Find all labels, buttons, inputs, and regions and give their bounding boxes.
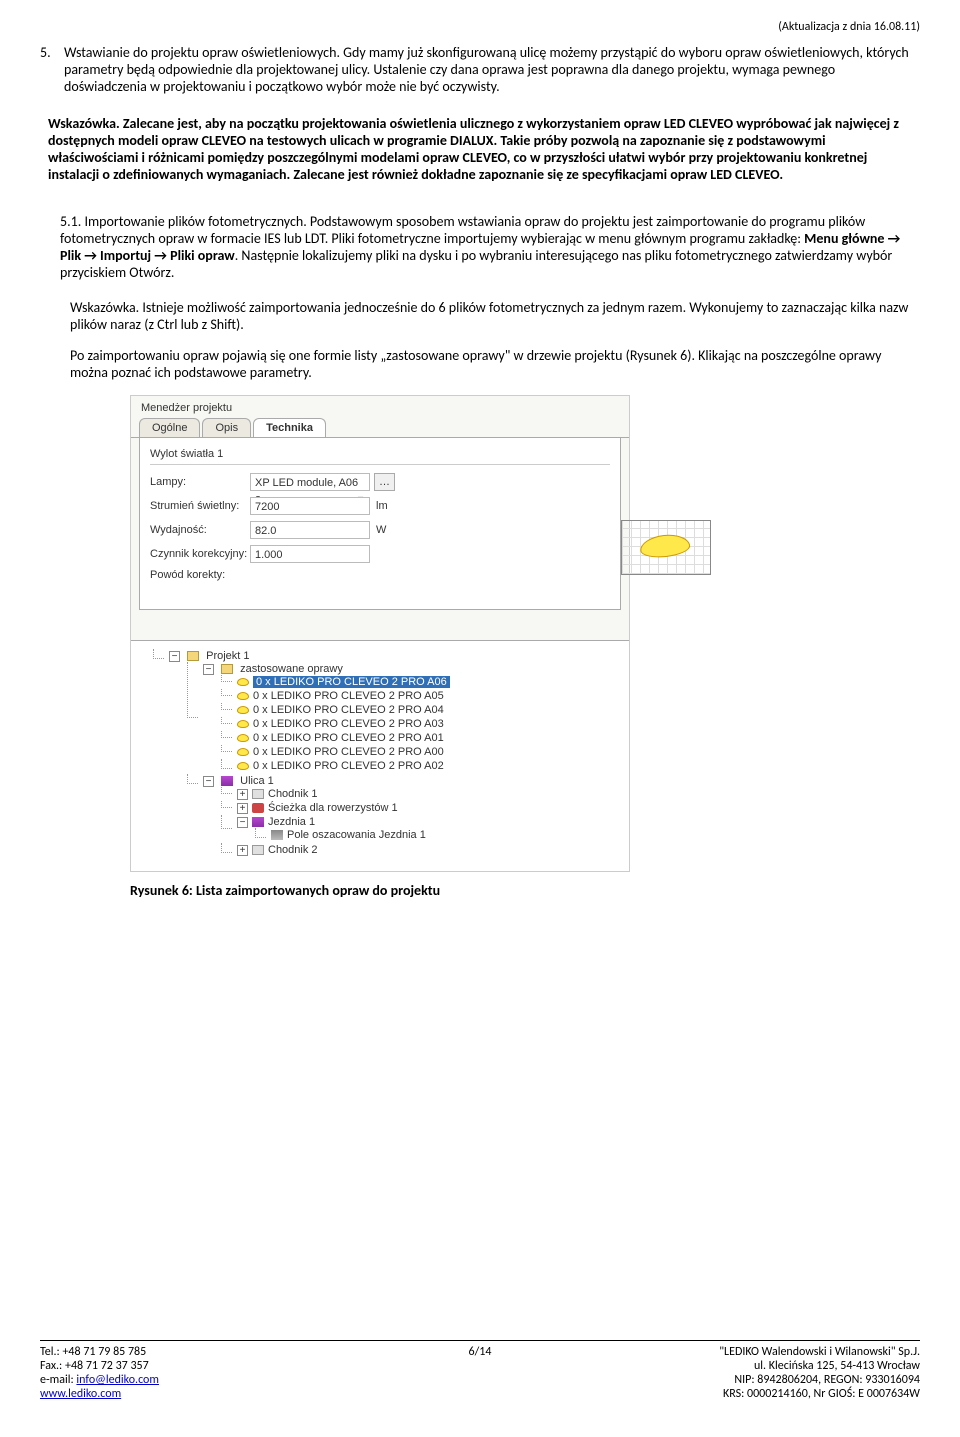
tree-lamp-item[interactable]: 0 x LEDIKO PRO CLEVEO 2 PRO A01 <box>221 731 625 745</box>
light-output-group: Wylot światła 1 <box>150 444 610 465</box>
power-unit: W <box>376 524 406 536</box>
subsection-5-1-para2: Wskazówka. Istnieje możliwość zaimportow… <box>70 299 920 333</box>
factor-label: Czynnik korekcyjny: <box>150 548 250 560</box>
footer-company: "LEDIKO Walendowski i Wilanowski" Sp.J. <box>627 1345 920 1359</box>
tab-technique[interactable]: Technika <box>253 418 326 437</box>
tab-general[interactable]: Ogólne <box>139 418 200 437</box>
technique-panel: Wylot światła 1 Lampy: XP LED module, A0… <box>139 438 621 610</box>
footer-tel: Tel.: +48 71 79 85 785 <box>40 1345 333 1359</box>
lamp-list: 0 x LEDIKO PRO CLEVEO 2 PRO A060 x LEDIK… <box>203 675 625 773</box>
tree-used-luminaires[interactable]: − zastosowane oprawy 0 x LEDIKO PRO CLEV… <box>187 662 625 774</box>
lamp-browse-button[interactable]: … <box>374 473 395 491</box>
tree-lamp-item[interactable]: 0 x LEDIKO PRO CLEVEO 2 PRO A02 <box>221 759 625 773</box>
footer-web-link[interactable]: www.lediko.com <box>40 1387 121 1401</box>
subsection-5-1-number: 5.1. <box>60 213 81 230</box>
lamp-icon <box>237 734 249 742</box>
tabs-row: Ogólne Opis Technika <box>131 418 629 438</box>
footer-fax: Fax.: +48 71 72 37 357 <box>40 1359 333 1373</box>
footer-address: ul. Klecińska 125, 54-413 Wrocław <box>627 1359 920 1373</box>
tree-pole-field[interactable]: Pole oszacowania Jezdnia 1 <box>255 828 625 842</box>
subsection-5-1: 5.1. Importowanie plików fotometrycznych… <box>60 213 920 281</box>
row-power: Wydajność: 82.0 W <box>150 521 610 539</box>
sidewalk-icon <box>252 789 264 799</box>
expand-icon[interactable]: + <box>237 845 248 856</box>
flux-label: Strumień świetlny: <box>150 500 250 512</box>
figure-caption: Rysunek 6: Lista zaimportowanych opraw d… <box>130 882 920 899</box>
lamp-icon <box>237 762 249 770</box>
hint-paragraph: Wskazówka. Zalecane jest, aby na początk… <box>48 115 912 183</box>
page-footer: Tel.: +48 71 79 85 785 Fax.: +48 71 72 3… <box>40 1340 920 1401</box>
section-5-number: 5. <box>40 44 64 95</box>
tree-street[interactable]: − Ulica 1 +Chodnik 1 +Ścieżka dla rowerz… <box>187 774 625 858</box>
header-update-date: (Aktualizacja z dnia 16.08.11) <box>40 20 920 34</box>
street-icon <box>221 776 233 786</box>
bikepath-icon <box>252 803 264 813</box>
factor-input[interactable]: 1.000 <box>250 545 370 563</box>
subsection-5-1-para3: Po zaimportowaniu opraw pojawią się one … <box>70 347 920 381</box>
tree-sidewalk-2[interactable]: +Chodnik 2 <box>221 843 625 857</box>
row-flux: Strumień świetlny: 7200 lm <box>150 497 610 515</box>
tree-roadway[interactable]: −Jezdnia 1 Pole oszacowania Jezdnia 1 <box>221 815 625 843</box>
lamp-icon <box>237 678 249 686</box>
tree-root[interactable]: − Projekt 1 − zastosowane oprawy 0 x LED… <box>153 649 625 859</box>
tab-description[interactable]: Opis <box>202 418 251 437</box>
lamp-icon <box>237 706 249 714</box>
footer-krs: KRS: 0000214160, Nr GIOŚ: E 0007634W <box>627 1387 920 1401</box>
collapse-icon[interactable]: − <box>203 664 214 675</box>
expand-icon[interactable]: + <box>237 789 248 800</box>
reason-label: Powód korekty: <box>150 569 250 581</box>
footer-center: 6/14 <box>333 1345 626 1401</box>
photometry-blob-icon <box>639 532 691 559</box>
row-factor: Czynnik korekcyjny: 1.000 <box>150 545 610 563</box>
expand-icon[interactable]: + <box>237 803 248 814</box>
footer-left: Tel.: +48 71 79 85 785 Fax.: +48 71 72 3… <box>40 1345 333 1401</box>
lamp-icon <box>237 748 249 756</box>
page-number: 6/14 <box>333 1345 626 1359</box>
sidewalk-icon <box>252 845 264 855</box>
subsection-5-1-text-a: Importowanie plików fotometrycznych. Pod… <box>60 213 865 247</box>
tree-lamp-item[interactable]: 0 x LEDIKO PRO CLEVEO 2 PRO A05 <box>221 689 625 703</box>
power-input[interactable]: 82.0 <box>250 521 370 539</box>
collapse-icon[interactable]: − <box>237 817 248 828</box>
footer-email-label: e-mail: <box>40 1373 76 1387</box>
lamp-label: Lampy: <box>150 476 250 488</box>
row-lamp: Lampy: XP LED module, A06 a▼ … <box>150 473 610 491</box>
roadway-icon <box>252 817 264 827</box>
dialux-screenshot: Menedżer projektu Ogólne Opis Technika W… <box>130 395 630 872</box>
row-reason: Powód korekty: <box>150 569 610 581</box>
folder-icon <box>187 651 199 661</box>
section-5-body: Wstawianie do projektu opraw oświetlenio… <box>64 44 920 95</box>
photometry-preview <box>621 520 711 575</box>
collapse-icon[interactable]: − <box>203 776 214 787</box>
footer-email-link[interactable]: info@lediko.com <box>76 1373 159 1387</box>
lamp-icon <box>237 692 249 700</box>
tree-bikepath[interactable]: +Ścieżka dla rowerzystów 1 <box>221 801 625 815</box>
footer-nip: NIP: 8942806204, REGON: 933016094 <box>627 1373 920 1387</box>
power-label: Wydajność: <box>150 524 250 536</box>
pole-icon <box>271 830 283 840</box>
tree-lamp-item[interactable]: 0 x LEDIKO PRO CLEVEO 2 PRO A00 <box>221 745 625 759</box>
project-manager-title: Menedżer projektu <box>131 396 629 418</box>
tree-lamp-item[interactable]: 0 x LEDIKO PRO CLEVEO 2 PRO A06 <box>221 675 625 689</box>
flux-unit: lm <box>376 500 406 512</box>
tree-sidewalk-1[interactable]: +Chodnik 1 <box>221 787 625 801</box>
lamp-icon <box>237 720 249 728</box>
folder-icon <box>221 664 233 674</box>
collapse-icon[interactable]: − <box>169 651 180 662</box>
project-tree: − Projekt 1 − zastosowane oprawy 0 x LED… <box>131 640 629 871</box>
section-5: 5. Wstawianie do projektu opraw oświetle… <box>40 44 920 95</box>
flux-input[interactable]: 7200 <box>250 497 370 515</box>
footer-right: "LEDIKO Walendowski i Wilanowski" Sp.J. … <box>627 1345 920 1401</box>
tree-lamp-item[interactable]: 0 x LEDIKO PRO CLEVEO 2 PRO A04 <box>221 703 625 717</box>
tree-lamp-item[interactable]: 0 x LEDIKO PRO CLEVEO 2 PRO A03 <box>221 717 625 731</box>
lamp-dropdown[interactable]: XP LED module, A06 a▼ <box>250 473 370 491</box>
